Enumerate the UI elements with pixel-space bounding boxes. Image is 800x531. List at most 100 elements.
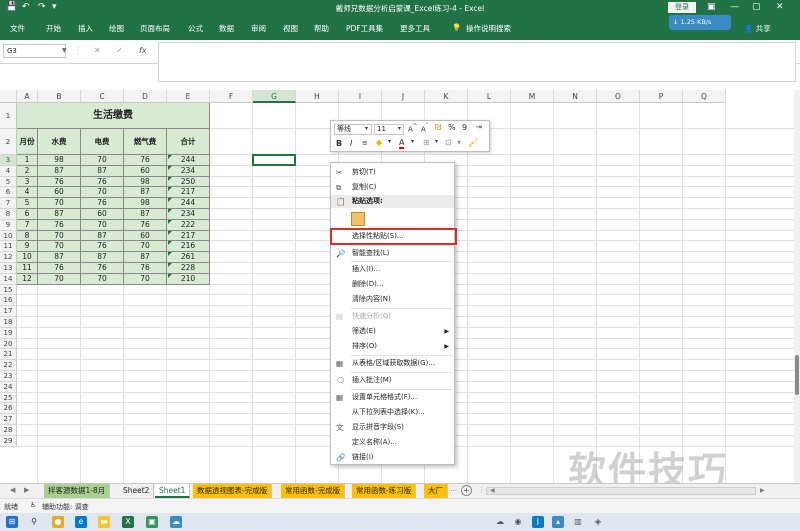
row-header[interactable]: 29 — [0, 435, 17, 447]
row-header[interactable]: 5 — [0, 176, 17, 188]
accessibility-status[interactable]: 辅助功能: 调查 — [42, 502, 89, 512]
table-cell[interactable]: 210 — [167, 273, 210, 285]
tab-pdf-tools[interactable]: PDF工具集 — [346, 23, 383, 34]
tab-data[interactable]: 数据 — [219, 23, 234, 34]
row-header[interactable]: 11 — [0, 241, 17, 253]
row-header[interactable]: 19 — [0, 327, 17, 339]
enter-icon[interactable]: ✓ — [116, 46, 123, 55]
table-cell[interactable]: 76 — [81, 198, 124, 209]
table-cell[interactable]: 217 — [167, 230, 210, 242]
tab-more-tools[interactable]: 更多工具 — [400, 23, 430, 34]
table-cell[interactable]: 70 — [81, 187, 124, 199]
menu-item-format-cells[interactable]: ▦ 设置单元格格式(F)... — [331, 391, 454, 404]
row-header[interactable]: 1 — [0, 103, 17, 129]
chrome-icon[interactable]: ● — [52, 516, 64, 528]
table-cell[interactable]: 98 — [38, 155, 81, 166]
formula-input[interactable] — [158, 42, 796, 82]
tab-home[interactable]: 开始 — [46, 23, 61, 34]
next-sheet-icon[interactable]: ▶ — [24, 486, 29, 494]
row-header[interactable]: 12 — [0, 252, 17, 263]
merge-cells-icon[interactable]: ⊡ — [445, 138, 452, 147]
accounting-format-icon[interactable]: ₪ — [435, 123, 441, 132]
table-cell[interactable]: 87 — [38, 252, 81, 263]
column-header[interactable]: H — [296, 90, 339, 103]
tray-app-icon[interactable]: ☁ — [494, 516, 506, 528]
table-cell[interactable]: 250 — [167, 176, 210, 188]
scrollbar-thumb[interactable] — [795, 355, 799, 395]
cloud-app-icon[interactable]: ☁ — [170, 516, 182, 528]
column-header[interactable]: P — [640, 90, 683, 103]
bold-button[interactable]: B — [336, 139, 342, 148]
column-header[interactable]: C — [81, 90, 124, 103]
sheet-tab[interactable]: 数据透视图表-完成版 — [193, 484, 273, 498]
column-header[interactable]: J — [382, 90, 425, 103]
row-header[interactable]: 15 — [0, 284, 17, 296]
column-header[interactable]: K — [425, 90, 468, 103]
minimize-button[interactable]: — — [730, 2, 739, 12]
sheet-tab[interactable]: 大厂 — [424, 484, 448, 498]
name-box[interactable]: G3 ▼ — [3, 44, 67, 58]
row-header[interactable]: 4 — [0, 165, 17, 177]
menu-item-get-data-from-table[interactable]: ▦ 从表格/区域获取数据(G)... — [331, 357, 454, 370]
cancel-icon[interactable]: ✕ — [94, 46, 101, 55]
font-dropdown-icon[interactable]: ▾ — [365, 125, 368, 132]
table-cell[interactable]: 87 — [81, 252, 124, 263]
menu-item-link[interactable]: 🔗 链接(I) — [331, 451, 454, 464]
borders-dropdown-icon[interactable]: ▾ — [435, 138, 438, 145]
row-header[interactable]: 6 — [0, 187, 17, 199]
table-cell[interactable]: 87 — [124, 187, 167, 199]
menu-item-sort[interactable]: 排序(O) ▶ — [331, 340, 454, 353]
fill-color-icon[interactable]: ◆ — [376, 138, 382, 147]
tab-help[interactable]: 帮助 — [314, 23, 329, 34]
prev-sheet-icon[interactable]: ◀ — [10, 486, 15, 494]
table-cell[interactable]: 234 — [167, 165, 210, 177]
table-cell[interactable]: 76 — [81, 263, 124, 274]
table-cell[interactable]: 70 — [81, 219, 124, 231]
table-cell[interactable]: 98 — [124, 198, 167, 209]
table-cell[interactable]: 76 — [81, 176, 124, 188]
table-cell[interactable]: 76 — [124, 263, 167, 274]
table-cell[interactable]: 70 — [38, 230, 81, 242]
row-header[interactable]: 14 — [0, 273, 17, 285]
table-cell[interactable]: 7 — [17, 219, 38, 231]
column-header[interactable]: A — [17, 90, 38, 103]
add-sheet-button[interactable]: + — [461, 485, 472, 496]
decrease-font-icon[interactable]: Aˇ — [421, 124, 429, 133]
table-cell[interactable]: 70 — [81, 155, 124, 166]
table-cell[interactable]: 12 — [17, 273, 38, 285]
row-header[interactable]: 18 — [0, 317, 17, 328]
sheet-tab[interactable]: 拌客源数据1-8月 — [44, 484, 111, 498]
menu-item-insert[interactable]: 插入(I)... — [331, 263, 454, 276]
row-header[interactable]: 13 — [0, 263, 17, 274]
font-color-icon[interactable]: A — [399, 138, 405, 149]
insert-function-icon[interactable]: fx — [139, 46, 147, 55]
table-cell[interactable]: 87 — [38, 209, 81, 220]
paste-icon[interactable] — [351, 212, 365, 226]
menu-item-filter[interactable]: 筛选(E) ▶ — [331, 325, 454, 338]
table-cell[interactable]: 70 — [81, 273, 124, 285]
column-header[interactable]: E — [167, 90, 210, 103]
table-cell[interactable]: 98 — [124, 176, 167, 188]
sheet-tab-active[interactable]: Sheet1 — [155, 484, 191, 498]
redo-icon[interactable]: ↷ — [38, 2, 46, 12]
row-header[interactable]: 9 — [0, 219, 17, 231]
table-cell[interactable]: 5 — [17, 198, 38, 209]
merge-dropdown-icon[interactable]: ▾ — [457, 138, 461, 147]
tab-scroll-handle-icon[interactable]: ⋮ — [478, 486, 485, 494]
selected-cell[interactable] — [252, 154, 296, 166]
menu-item-delete[interactable]: 删除(D)... — [331, 278, 454, 291]
share-button[interactable]: 👤 共享 — [744, 23, 771, 34]
column-header[interactable]: B — [38, 90, 81, 103]
percent-icon[interactable]: % — [448, 123, 456, 132]
sheet-tab[interactable]: 常用函数-练习版 — [352, 484, 417, 498]
chevron-down-icon[interactable]: ▼ — [62, 45, 67, 57]
horizontal-scrollbar[interactable] — [486, 487, 756, 495]
tell-me-search[interactable]: 操作说明搜索 — [466, 23, 511, 34]
network-icon[interactable]: ▥ — [572, 516, 584, 528]
table-cell[interactable]: 76 — [38, 263, 81, 274]
table-cell[interactable]: 4 — [17, 187, 38, 199]
more-sheets-icon[interactable]: … — [450, 485, 457, 493]
select-all-corner[interactable] — [0, 90, 17, 103]
tray-app-icon[interactable]: ◉ — [512, 516, 524, 528]
table-cell[interactable]: 3 — [17, 176, 38, 188]
